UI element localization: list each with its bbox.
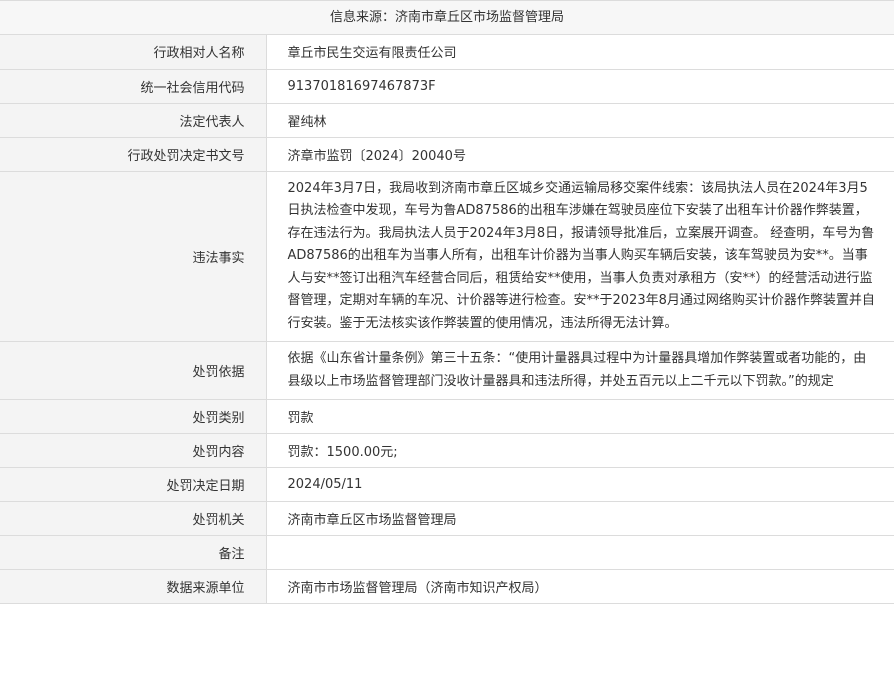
penalty-info-panel: 信息来源：济南市章丘区市场监督管理局 行政相对人名称 章丘市民生交运有限责任公司… bbox=[0, 0, 894, 604]
field-label: 行政处罚决定书文号 bbox=[0, 137, 267, 172]
field-label: 处罚依据 bbox=[0, 341, 267, 400]
info-source-header: 信息来源：济南市章丘区市场监督管理局 bbox=[0, 1, 894, 35]
table-row-penalty-authority: 处罚机关 济南市章丘区市场监督管理局 bbox=[0, 501, 894, 536]
field-label: 处罚类别 bbox=[0, 399, 267, 434]
field-value: 翟纯林 bbox=[266, 103, 894, 138]
field-label: 处罚机关 bbox=[0, 501, 267, 536]
field-label: 统一社会信用代码 bbox=[0, 69, 267, 104]
field-label: 备注 bbox=[0, 535, 267, 570]
field-value: 罚款 bbox=[266, 399, 894, 434]
field-label: 行政相对人名称 bbox=[0, 35, 267, 70]
field-label: 法定代表人 bbox=[0, 103, 267, 138]
table-row-decision-number: 行政处罚决定书文号 济章市监罚〔2024〕20040号 bbox=[0, 137, 894, 172]
penalty-details-table: 行政相对人名称 章丘市民生交运有限责任公司 统一社会信用代码 913701816… bbox=[0, 35, 894, 604]
field-value: 2024年3月7日，我局收到济南市章丘区城乡交通运输局移交案件线索：该局执法人员… bbox=[266, 171, 894, 342]
field-value: 91370181697467873F bbox=[266, 69, 894, 104]
field-label: 数据来源单位 bbox=[0, 569, 267, 604]
table-row-data-source: 数据来源单位 济南市市场监督管理局（济南市知识产权局） bbox=[0, 569, 894, 604]
table-row-remarks: 备注 bbox=[0, 535, 894, 570]
table-row-violation-facts: 违法事实 2024年3月7日，我局收到济南市章丘区城乡交通运输局移交案件线索：该… bbox=[0, 171, 894, 342]
table-row-decision-date: 处罚决定日期 2024/05/11 bbox=[0, 467, 894, 502]
field-value: 济章市监罚〔2024〕20040号 bbox=[266, 137, 894, 172]
table-row-party-name: 行政相对人名称 章丘市民生交运有限责任公司 bbox=[0, 35, 894, 70]
table-row-legal-rep: 法定代表人 翟纯林 bbox=[0, 103, 894, 138]
table-row-penalty-type: 处罚类别 罚款 bbox=[0, 399, 894, 434]
field-value: 依据《山东省计量条例》第三十五条：“使用计量器具过程中为计量器具增加作弊装置或者… bbox=[266, 341, 894, 400]
field-label: 违法事实 bbox=[0, 171, 267, 342]
field-value: 2024/05/11 bbox=[266, 467, 894, 502]
field-label: 处罚内容 bbox=[0, 433, 267, 468]
table-row-penalty-content: 处罚内容 罚款：1500.00元; bbox=[0, 433, 894, 468]
field-value: 济南市章丘区市场监督管理局 bbox=[266, 501, 894, 536]
field-value bbox=[266, 535, 894, 570]
field-value: 罚款：1500.00元; bbox=[266, 433, 894, 468]
field-value: 济南市市场监督管理局（济南市知识产权局） bbox=[266, 569, 894, 604]
field-label: 处罚决定日期 bbox=[0, 467, 267, 502]
table-row-credit-code: 统一社会信用代码 91370181697467873F bbox=[0, 69, 894, 104]
table-row-penalty-basis: 处罚依据 依据《山东省计量条例》第三十五条：“使用计量器具过程中为计量器具增加作… bbox=[0, 341, 894, 400]
field-value: 章丘市民生交运有限责任公司 bbox=[266, 35, 894, 70]
